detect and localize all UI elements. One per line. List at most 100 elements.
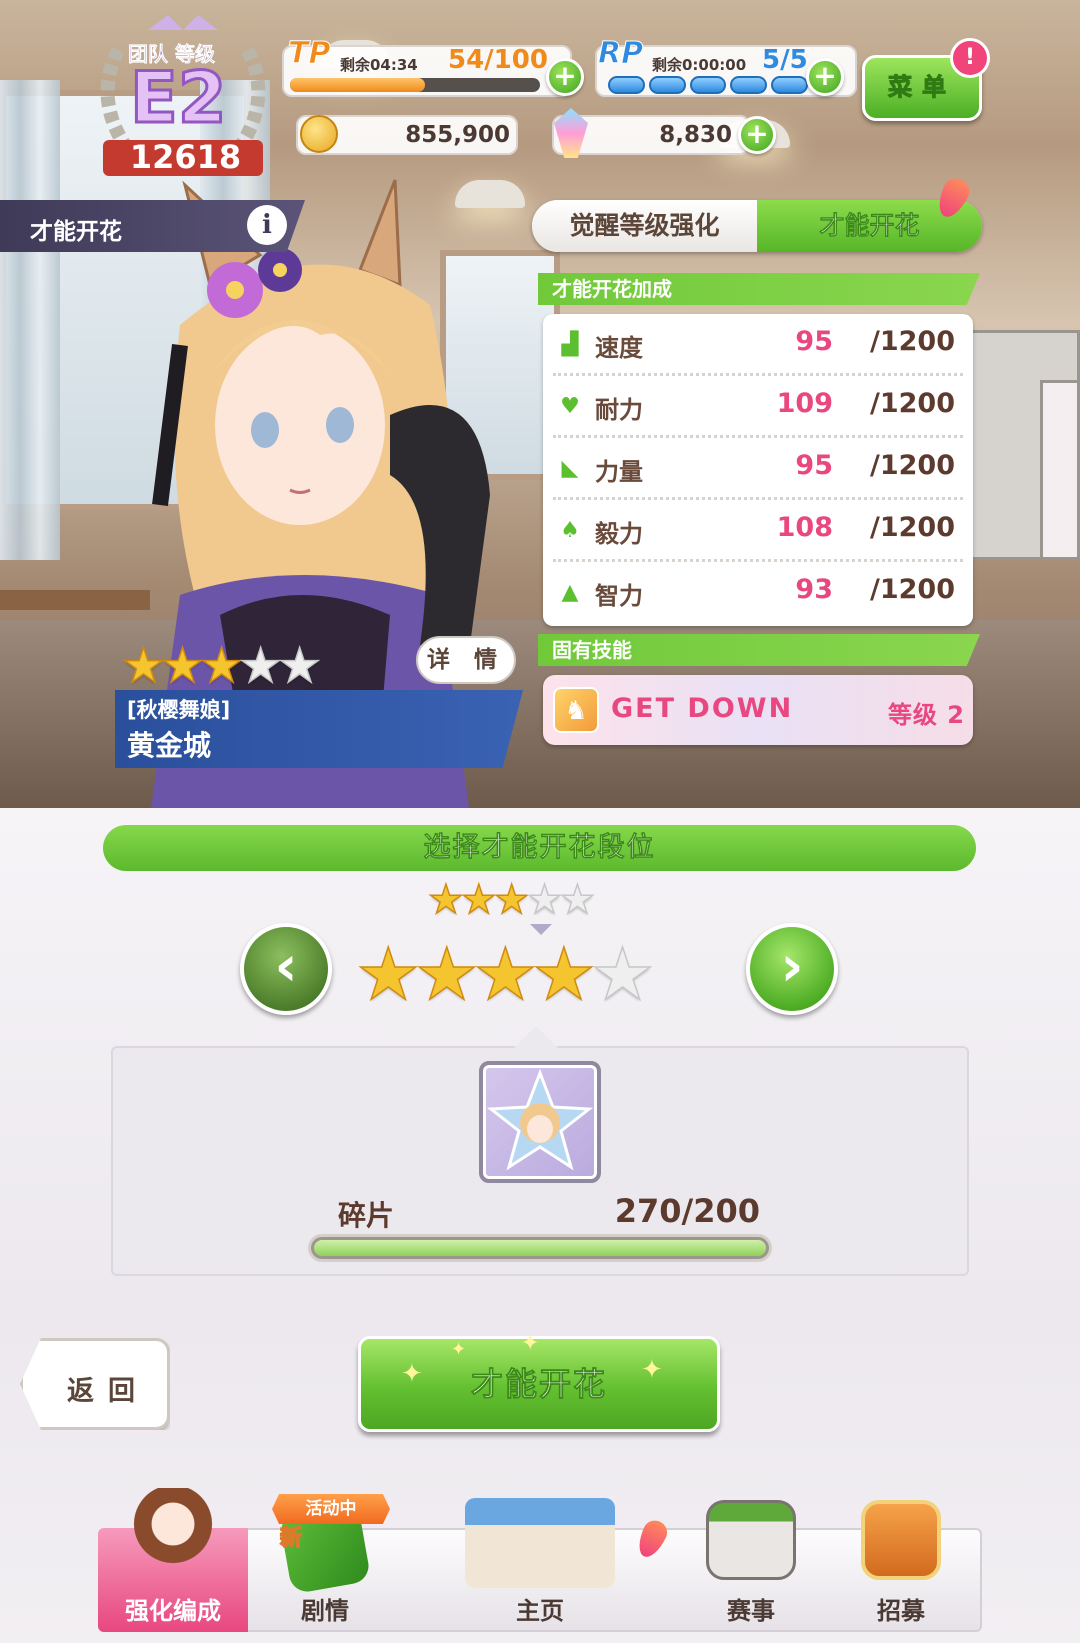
shard-count: 270/200 [614,1192,760,1230]
stat-value: 93 [795,574,833,605]
details-button[interactable]: 详 情 [416,636,516,684]
stat-max: /1200 [869,574,955,605]
bonus-header: 才能开花加成 [538,273,980,305]
sparkle-icon: ✦ [401,1359,425,1389]
stat-value: 95 [795,450,833,481]
rp-pip [689,76,727,94]
stat-max: /1200 [869,450,955,481]
stat-name: 智力 [595,582,643,610]
shoe-icon: ▟ [561,332,579,357]
nav-label: 剧情 [301,1597,349,1625]
stat-row-stamina: ♥ 耐力 109 /1200 [553,376,963,438]
new-badge: 新 [279,1525,303,1552]
star-icon: ★ [355,932,421,1016]
stat-name: 毅力 [595,520,643,548]
menu-alert-badge: ! [950,38,990,78]
carat-count: 8,830 [659,122,732,148]
skill-name: GET DOWN [611,693,794,724]
back-button[interactable]: 返回 [20,1338,170,1430]
nav-label: 强化编成 [125,1597,221,1625]
character-name-plate: [秋樱舞娘] 黄金城 [115,690,523,768]
rp-pip [771,76,808,94]
rp-pip [648,76,686,94]
back-button-label: 返回 [67,1376,149,1407]
current-star-rating: ★★★★★ [427,876,596,924]
star-icon: ★ [199,637,244,695]
shard-label: 碎片 [338,1199,395,1232]
star-icon: ★ [472,932,538,1016]
stat-row-wisdom: ▲ 智力 93 /1200 [553,562,963,624]
select-tier-title: 选择才能开花段位 [103,825,976,871]
tp-bar-fill [290,78,425,92]
chevron-left-icon[interactable]: ‹ [240,923,332,1015]
talent-bloom-button-label: 才能开花 [470,1365,607,1404]
star-icon: ★ [238,637,283,695]
graduation-cap-icon: ▲ [561,580,579,605]
star-icon: ★ [460,876,497,924]
stat-value: 109 [776,388,833,419]
sparkle-icon: ✦ [451,1339,469,1360]
team-rank-grade: E2 [129,57,229,140]
skill-header: 固有技能 [538,634,980,666]
character-chibi-icon [128,1488,218,1578]
info-icon[interactable]: i [247,205,287,245]
nav-label: 赛事 [727,1597,775,1625]
stat-name: 力量 [595,458,643,486]
nav-item-recruit[interactable]: 招募 [826,1500,976,1632]
star-icon: ★ [526,876,563,924]
star-icon: ★ [559,876,596,924]
unique-skill-card[interactable]: ♞ GET DOWN 等级 2 [543,675,973,745]
tab-awaken-level[interactable]: 觉醒等级强化 [532,200,757,252]
team-rank-score: 12618 [129,138,242,176]
character-shard-icon[interactable] [479,1061,601,1183]
nav-label: 招募 [877,1597,925,1625]
stat-name: 耐力 [595,396,643,424]
coin-icon [300,115,338,153]
talent-bloom-button[interactable]: ✦ ✦ ✦ ✦ 才能开花 [358,1331,720,1432]
tp-timer: 剩余04:34 [340,56,418,74]
shard-box-notch [514,1026,558,1048]
star-icon: ★ [531,932,597,1016]
nav-item-enhance[interactable]: 强化编成 [98,1488,248,1632]
star-icon: ★ [160,637,205,695]
rp-pips [608,76,808,94]
star-icon: ★ [277,637,322,695]
star-icon: ★ [493,876,530,924]
chevron-right-icon[interactable]: › [746,923,838,1015]
team-rank-badge[interactable]: 团队 等级 E2 12618 [88,10,278,180]
rp-pip [730,76,768,94]
stat-max: /1200 [869,512,955,543]
tp-bar-track [290,78,540,92]
rp-label: RP [597,36,644,72]
star-icon: ★ [427,876,464,924]
coin-count: 855,900 [405,122,510,148]
rp-value: 5/5 [762,45,808,75]
skill-emblem-icon: ♞ [553,687,599,733]
tp-add-button[interactable]: + [546,58,584,96]
nav-item-home[interactable]: 主页 [440,1498,640,1632]
recruit-banner-icon [861,1500,941,1580]
target-star-rating: ★★★★★ [355,932,655,1016]
arm-icon: ◣ [561,456,579,481]
sparkle-icon: ✦ [641,1355,665,1385]
stat-max: /1200 [869,326,955,357]
stat-name: 速度 [595,334,643,362]
nav-item-story[interactable]: 剧情 [250,1501,400,1632]
rp-pip [608,76,645,94]
rp-add-button[interactable]: + [806,58,844,96]
character-epithet: [秋樱舞娘] [127,698,231,722]
stat-row-guts: ♠ 毅力 108 /1200 [553,500,963,562]
nav-label: 主页 [516,1597,564,1625]
skill-level: 等级 2 [887,701,965,729]
flame-icon: ♠ [560,518,580,543]
character-star-rating: ★★★★★ [121,636,322,696]
stat-row-speed: ▟ 速度 95 /1200 [553,314,963,376]
carat-add-button[interactable]: + [738,116,776,154]
stat-max: /1200 [869,388,955,419]
stat-row-power: ◣ 力量 95 /1200 [553,438,963,500]
tp-value: 54/100 [448,45,548,75]
stat-value: 95 [795,326,833,357]
stat-bonus-panel: ▟ 速度 95 /1200 ♥ 耐力 109 /1200 ◣ 力量 95 /12… [543,314,973,626]
shard-progress-fill [314,1240,766,1256]
nav-item-race[interactable]: 赛事 [676,1500,826,1632]
